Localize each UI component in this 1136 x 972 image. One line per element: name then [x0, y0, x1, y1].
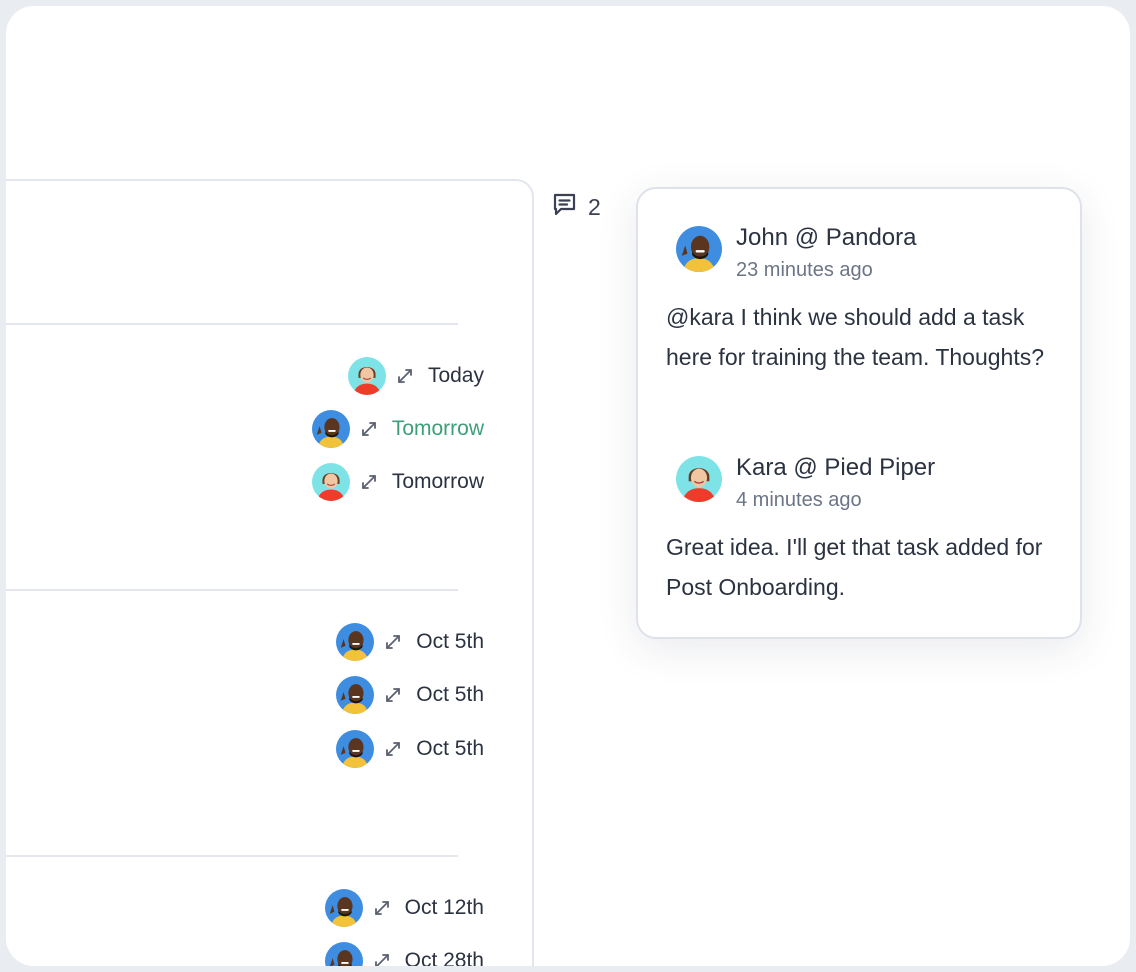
section-divider: [6, 323, 458, 325]
due-date[interactable]: Tomorrow: [392, 417, 484, 441]
avatar[interactable]: [324, 889, 363, 927]
comment-count-button[interactable]: 2: [552, 192, 601, 223]
task-row[interactable]: Oct 28th: [324, 941, 484, 966]
section-divider: [6, 589, 458, 591]
app-frame: Today Tomorrow Tomorrow Oct 5th Oct 5th …: [0, 0, 1136, 972]
section-divider: [6, 855, 458, 857]
comment-header: Kara @ Pied Piper 4 minutes ago: [676, 453, 935, 515]
comment-time: 23 minutes ago: [736, 259, 873, 281]
comment-time: 4 minutes ago: [736, 489, 862, 511]
comment-author: John @ Pandora: [736, 224, 917, 251]
due-date[interactable]: Today: [428, 364, 484, 388]
task-panel: Today Tomorrow Tomorrow Oct 5th Oct 5th …: [6, 179, 534, 966]
comment-card: John @ Pandora 23 minutes ago @kara I th…: [636, 187, 1082, 639]
comment-body: @kara I think we should add a task here …: [666, 304, 1045, 370]
due-date[interactable]: Oct 12th: [405, 896, 484, 920]
expand-icon[interactable]: [358, 471, 380, 493]
expand-icon[interactable]: [382, 631, 404, 653]
due-date[interactable]: Oct 28th: [405, 949, 484, 966]
task-row[interactable]: Oct 5th: [336, 622, 484, 662]
expand-icon[interactable]: [382, 684, 404, 706]
avatar[interactable]: [336, 676, 375, 714]
avatar[interactable]: [676, 456, 722, 502]
task-row[interactable]: Oct 12th: [324, 888, 484, 928]
comment-author: Kara @ Pied Piper: [736, 454, 936, 481]
avatar[interactable]: [676, 226, 722, 272]
task-row[interactable]: Tomorrow: [311, 462, 484, 502]
comment-header: John @ Pandora 23 minutes ago: [676, 223, 916, 285]
task-row[interactable]: Oct 5th: [336, 729, 484, 769]
avatar[interactable]: [311, 463, 350, 501]
task-row[interactable]: Tomorrow: [311, 409, 484, 449]
avatar[interactable]: [311, 410, 350, 448]
avatar[interactable]: [336, 623, 375, 661]
comment-icon: [552, 192, 578, 223]
avatar[interactable]: [324, 942, 363, 966]
due-date[interactable]: Oct 5th: [416, 683, 484, 707]
expand-icon[interactable]: [382, 738, 404, 760]
avatar[interactable]: [347, 357, 386, 395]
avatar[interactable]: [336, 730, 375, 768]
due-date[interactable]: Oct 5th: [416, 737, 484, 761]
expand-icon[interactable]: [394, 365, 416, 387]
expand-icon[interactable]: [371, 950, 393, 966]
due-date[interactable]: Tomorrow: [392, 470, 484, 494]
expand-icon[interactable]: [358, 418, 380, 440]
comment-count: 2: [588, 194, 601, 220]
due-date[interactable]: Oct 5th: [416, 630, 484, 654]
task-row[interactable]: Oct 5th: [336, 675, 484, 715]
expand-icon[interactable]: [371, 897, 393, 919]
task-row[interactable]: Today: [347, 356, 484, 396]
comment-body: Great idea. I'll get that task added for…: [666, 534, 1043, 600]
